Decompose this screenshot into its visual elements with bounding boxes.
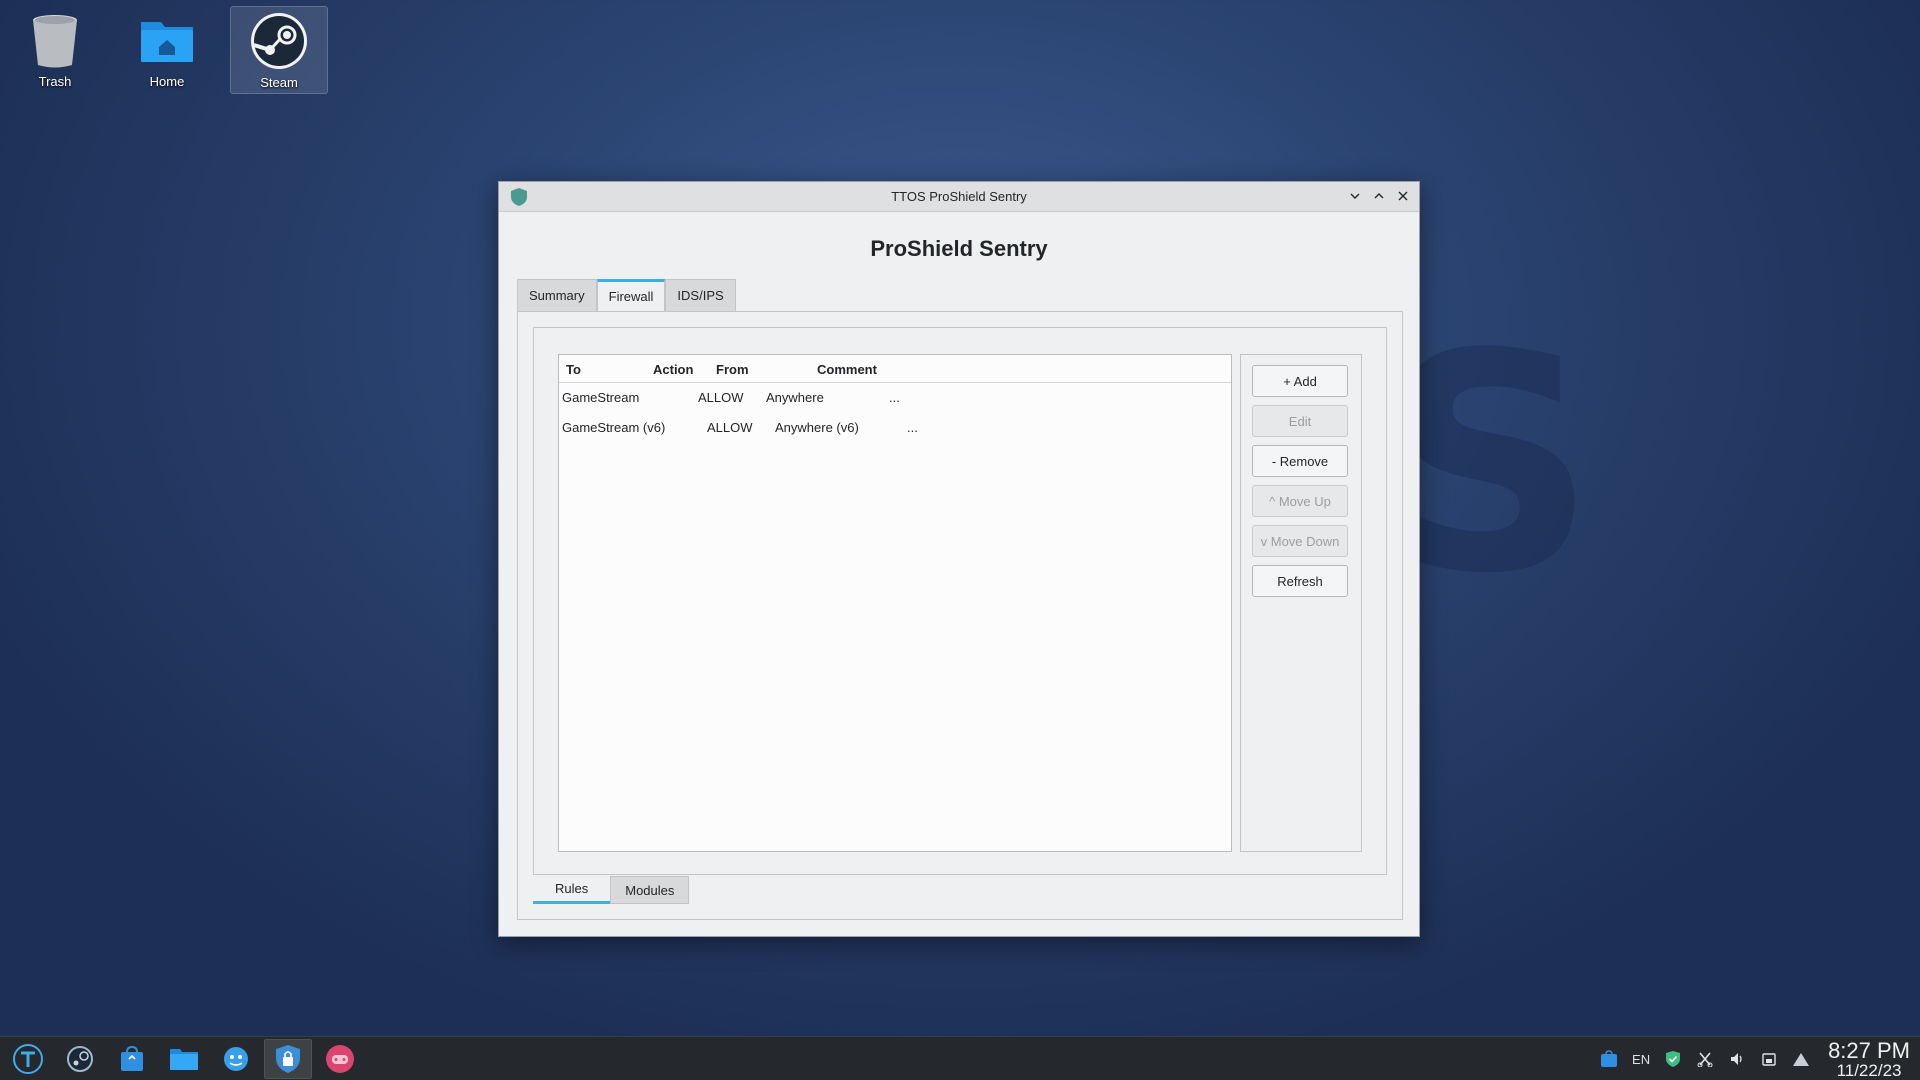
steam-icon — [251, 13, 307, 69]
minimize-button[interactable] — [1345, 186, 1365, 206]
column-header-to[interactable]: To — [566, 362, 581, 377]
taskbar-steam[interactable] — [56, 1039, 104, 1079]
triangle-up-icon — [1793, 1053, 1810, 1066]
tab-rules[interactable]: Rules — [533, 876, 611, 904]
home-folder-icon — [141, 22, 193, 62]
cell-from: Anywhere — [766, 390, 824, 405]
column-header-comment[interactable]: Comment — [817, 362, 877, 377]
move-up-button[interactable]: ^ Move Up — [1252, 485, 1348, 517]
proshield-window: TTOS ProShield Sentry ProShield Sentry S… — [498, 181, 1420, 937]
cell-from: Anywhere (v6) — [775, 420, 859, 435]
launcher-logo-icon — [13, 1043, 43, 1074]
firewall-panel: To Action From Comment GameStream ALLOW … — [517, 311, 1403, 920]
remove-rule-button[interactable]: - Remove — [1252, 445, 1348, 477]
window-titlebar[interactable]: TTOS ProShield Sentry — [499, 182, 1419, 212]
rules-table[interactable]: To Action From Comment GameStream ALLOW … — [558, 354, 1232, 852]
scissors-icon — [1697, 1052, 1713, 1067]
edit-rule-button[interactable]: Edit — [1252, 405, 1348, 437]
tab-modules[interactable]: Modules — [610, 876, 690, 904]
page-title: ProShield Sentry — [870, 236, 1048, 261]
cell-to: GameStream (v6) — [562, 420, 666, 435]
chevron-up-icon — [1374, 193, 1384, 199]
tray-storage[interactable] — [1758, 1048, 1780, 1070]
cell-to: GameStream — [562, 390, 640, 405]
desktop-icon-label: Steam — [260, 75, 298, 90]
cell-comment: ... — [907, 420, 918, 435]
move-down-button[interactable]: v Move Down — [1252, 525, 1348, 557]
taskbar-files[interactable] — [160, 1039, 208, 1079]
table-row[interactable]: GameStream ALLOW Anywhere ... — [559, 383, 1231, 413]
chat-icon — [224, 1046, 248, 1071]
table-row[interactable]: GameStream (v6) ALLOW Anywhere (v6) ... — [559, 413, 1231, 443]
clock[interactable]: 8:27 PM 11/22/23 — [1828, 1037, 1910, 1080]
sub-tabs: Rules Modules — [533, 876, 690, 904]
refresh-button[interactable]: Refresh — [1252, 565, 1348, 597]
taskbar-discover[interactable] — [108, 1039, 156, 1079]
desktop-icon-trash[interactable]: Trash — [6, 6, 104, 94]
add-rule-button[interactable]: + Add — [1252, 365, 1348, 397]
tray-tools[interactable] — [1694, 1048, 1716, 1070]
store-bag-icon — [121, 1045, 143, 1071]
window-title: TTOS ProShield Sentry — [891, 189, 1027, 204]
tray-shield[interactable] — [1662, 1048, 1684, 1070]
tab-ids-ips[interactable]: IDS/IPS — [665, 279, 736, 311]
speaker-icon — [1731, 1053, 1742, 1065]
tab-firewall[interactable]: Firewall — [596, 279, 666, 311]
desktop-icon-home[interactable]: Home — [118, 6, 216, 94]
gamepad-icon — [326, 1044, 354, 1073]
desktop-icon-steam[interactable]: Steam — [230, 6, 328, 94]
system-tray: EN 8:27 PM 11/22/23 — [1598, 1037, 1910, 1080]
folder-icon — [170, 1048, 198, 1070]
cell-action: ALLOW — [698, 390, 744, 405]
keyboard-layout-indicator[interactable]: EN — [1630, 1048, 1652, 1070]
trash-icon — [33, 15, 77, 68]
rules-panel: To Action From Comment GameStream ALLOW … — [533, 327, 1387, 875]
rule-actions: + Add Edit - Remove ^ Move Up v Move Dow… — [1240, 354, 1362, 852]
chevron-down-icon — [1350, 193, 1360, 199]
tray-expand[interactable] — [1790, 1048, 1812, 1070]
taskbar-chat[interactable] — [212, 1039, 260, 1079]
tray-volume[interactable] — [1726, 1048, 1748, 1070]
cell-action: ALLOW — [707, 420, 753, 435]
store-bag-icon — [1601, 1050, 1618, 1067]
column-header-from[interactable]: From — [716, 362, 749, 377]
cell-comment: ... — [889, 390, 900, 405]
drive-icon — [1762, 1053, 1776, 1066]
shield-check-icon — [1666, 1051, 1681, 1067]
column-header-action[interactable]: Action — [653, 362, 693, 377]
shield-lock-icon — [276, 1044, 300, 1073]
taskbar-proshield[interactable] — [264, 1038, 312, 1079]
tray-discover[interactable] — [1598, 1048, 1620, 1070]
steam-icon — [67, 1045, 93, 1072]
clock-date: 11/22/23 — [1836, 1060, 1902, 1080]
desktop-icon-label: Trash — [38, 74, 72, 89]
main-tabs: Summary Firewall IDS/IPS — [517, 279, 736, 311]
tab-summary[interactable]: Summary — [517, 279, 597, 311]
taskbar: EN 8:27 PM 11/22/23 — [0, 1036, 1920, 1080]
desktop-icon-label: Home — [149, 74, 185, 89]
table-header: To Action From Comment — [559, 355, 1231, 383]
shield-icon — [511, 188, 527, 206]
close-button[interactable] — [1393, 186, 1413, 206]
clock-time: 8:27 PM — [1828, 1037, 1910, 1063]
close-icon — [1398, 191, 1408, 201]
maximize-button[interactable] — [1369, 186, 1389, 206]
app-launcher[interactable] — [4, 1039, 52, 1079]
taskbar-game-app[interactable] — [316, 1039, 364, 1079]
